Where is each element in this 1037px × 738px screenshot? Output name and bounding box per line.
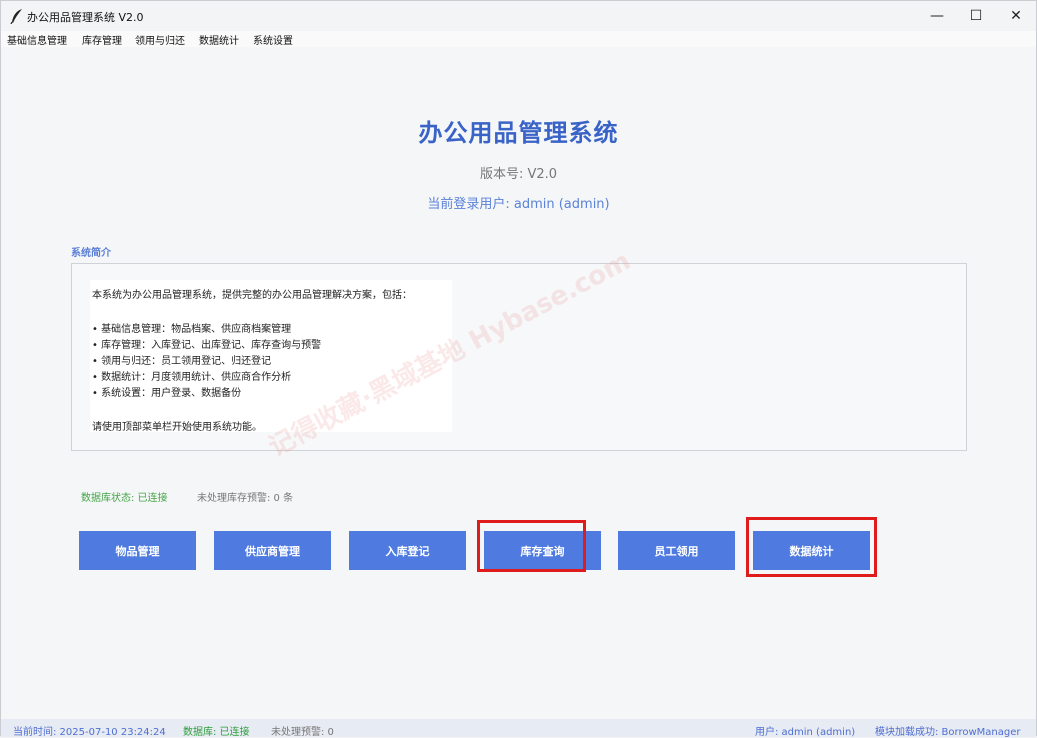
menu-bar: 基础信息管理 库存管理 领用与归还 数据统计 系统设置 <box>1 31 1036 47</box>
menu-borrow-return[interactable]: 领用与归还 <box>135 32 185 47</box>
menu-basic-info[interactable]: 基础信息管理 <box>7 32 67 47</box>
intro-line: • 领用与归还：员工领用登记、归还登记 <box>92 356 272 367</box>
menu-inventory[interactable]: 库存管理 <box>82 32 122 47</box>
employee-borrow-button[interactable]: 员工领用 <box>618 531 735 570</box>
intro-line: 本系统为办公用品管理系统，提供完整的办公用品管理解决方案，包括： <box>92 290 412 301</box>
intro-panel: 本系统为办公用品管理系统，提供完整的办公用品管理解决方案，包括： • 基础信息管… <box>71 263 967 451</box>
close-button[interactable]: ✕ <box>993 1 1037 31</box>
app-window: 办公用品管理系统 V2.0 — ☐ ✕ 基础信息管理 库存管理 领用与归还 数据… <box>0 0 1037 738</box>
title-bar[interactable]: 办公用品管理系统 V2.0 — ☐ ✕ <box>1 1 1036 31</box>
supplier-management-button[interactable]: 供应商管理 <box>214 531 331 570</box>
intro-line: 请使用顶部菜单栏开始使用系统功能。 <box>92 422 262 433</box>
highlight-data-statistics <box>746 517 877 577</box>
window-title: 办公用品管理系统 V2.0 <box>27 11 144 24</box>
version-label: 版本号: V2.0 <box>479 167 558 182</box>
feather-icon <box>10 9 22 24</box>
intro-line: • 基础信息管理：物品档案、供应商档案管理 <box>92 324 292 335</box>
intro-line: • 库存管理：入库登记、出库登记、库存查询与预警 <box>92 340 322 351</box>
item-management-button[interactable]: 物品管理 <box>79 531 196 570</box>
intro-line: • 数据统计：月度领用统计、供应商合作分析 <box>92 372 292 383</box>
status-bar: 当前时间: 2025-07-10 23:24:24 数据库: 已连接 未处理预警… <box>1 719 1036 738</box>
menu-statistics[interactable]: 数据统计 <box>199 32 239 47</box>
db-status: 数据库状态: 已连接 <box>81 493 168 504</box>
intro-line: • 系统设置：用户登录、数据备份 <box>92 388 242 399</box>
login-user-label: 当前登录用户: admin (admin) <box>427 197 610 212</box>
intro-text-area: 本系统为办公用品管理系统，提供完整的办公用品管理解决方案，包括： • 基础信息管… <box>90 280 452 433</box>
menu-settings[interactable]: 系统设置 <box>253 32 293 47</box>
stock-in-button[interactable]: 入库登记 <box>349 531 466 570</box>
page-title: 办公用品管理系统 <box>418 119 619 147</box>
highlight-inventory-query <box>477 520 586 572</box>
inventory-warning-status: 未处理库存预警: 0 条 <box>197 493 294 504</box>
intro-section-label: 系统简介 <box>71 248 111 259</box>
